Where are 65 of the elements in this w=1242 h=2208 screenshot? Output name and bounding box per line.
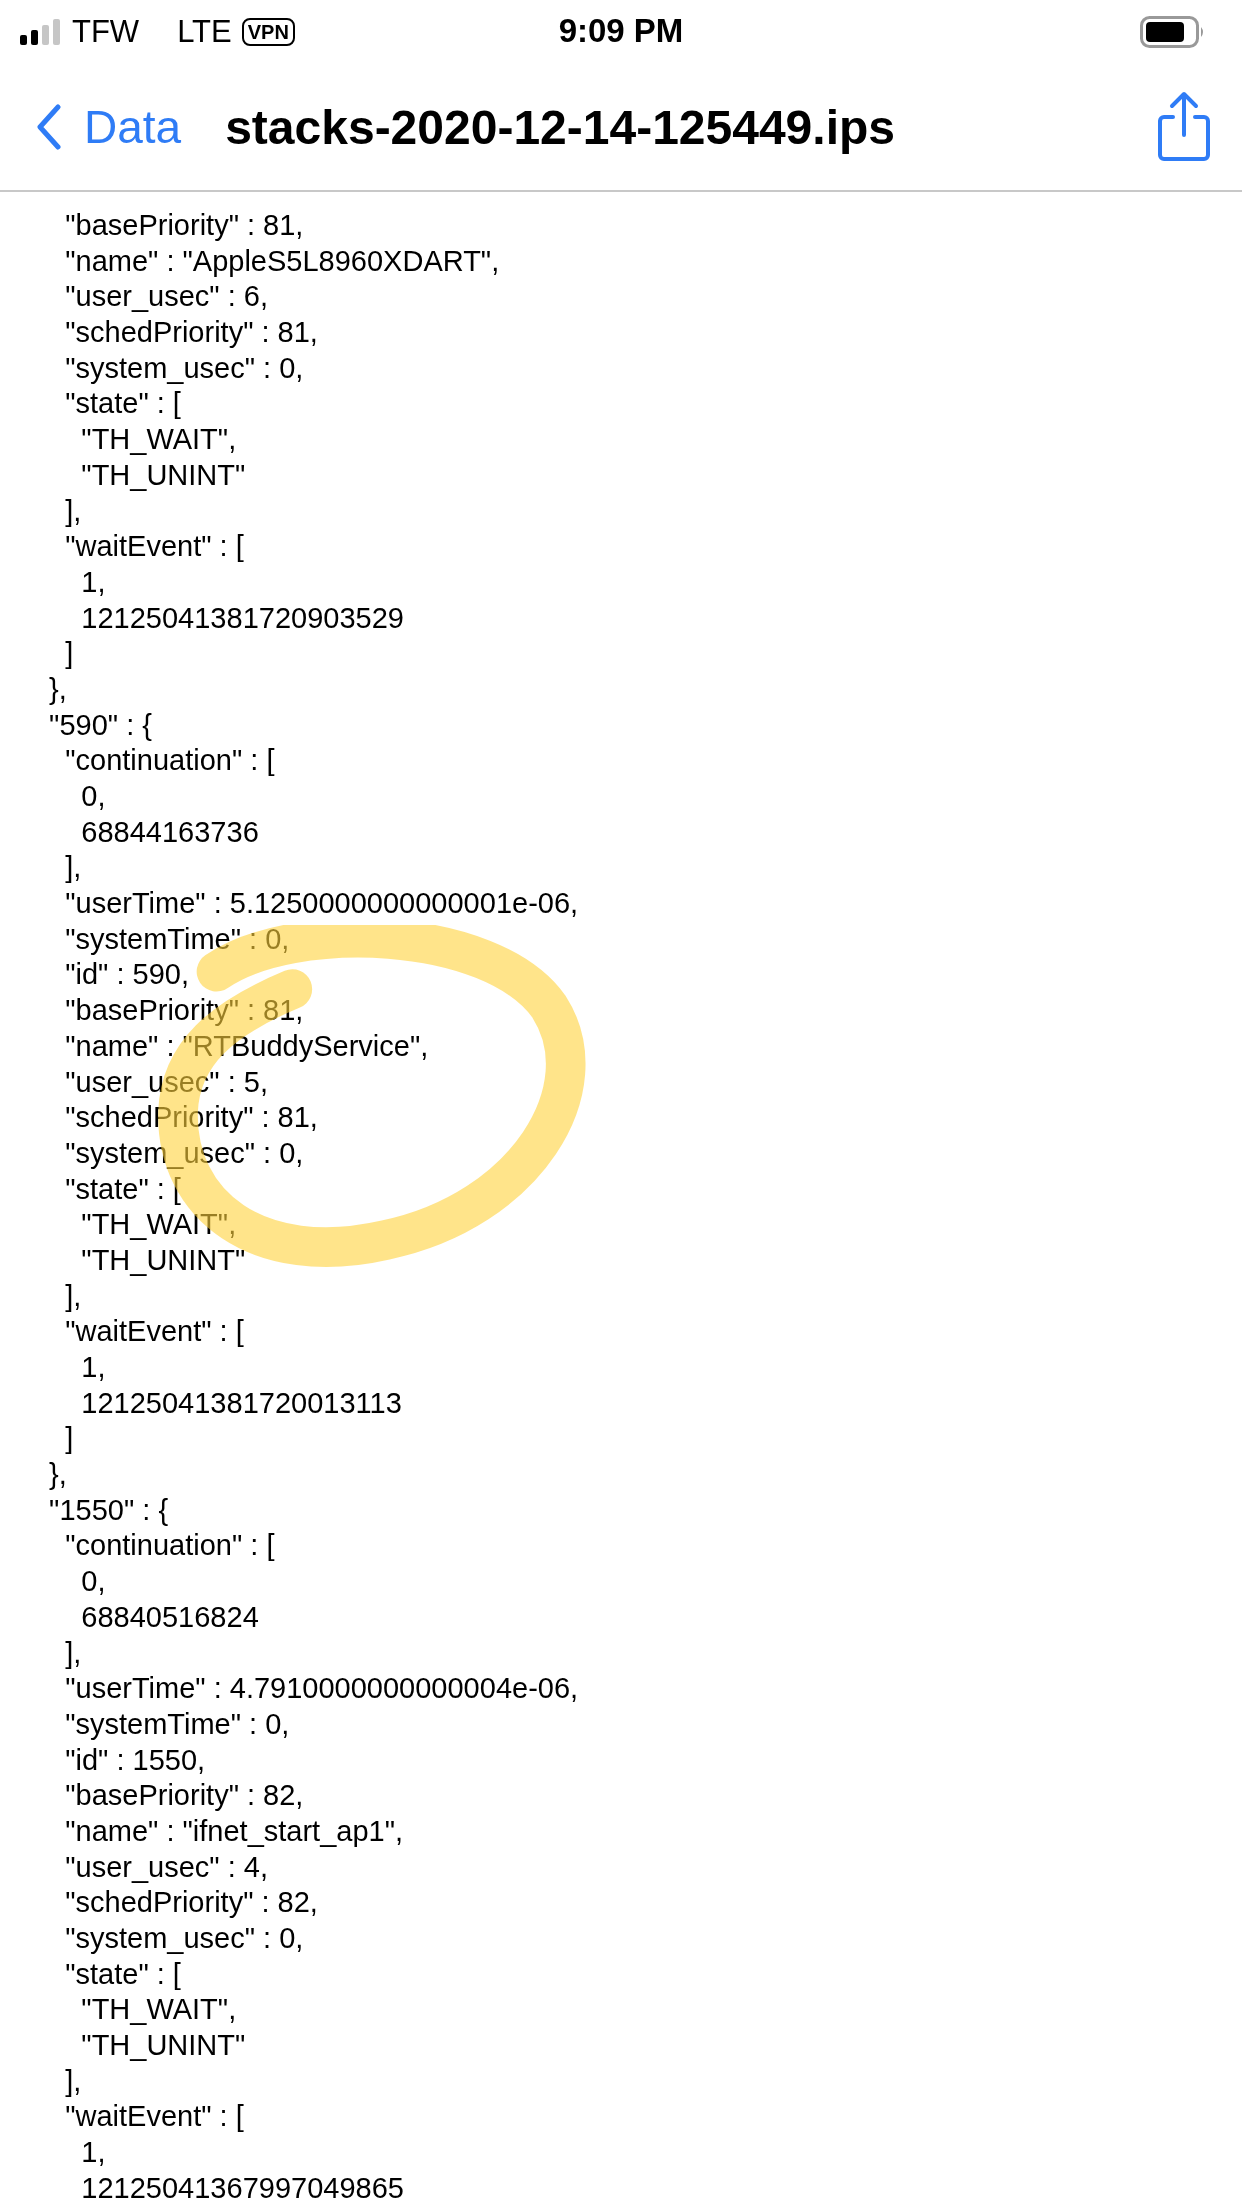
code-line: ], xyxy=(64,2063,83,2099)
code-line: 12125041381720903529 xyxy=(80,600,405,636)
signal-icon xyxy=(20,19,62,45)
code-line: ], xyxy=(64,493,83,529)
code-line: "TH_WAIT", xyxy=(80,422,238,458)
code-line: "state" : [ xyxy=(64,1171,182,1207)
file-title: stacks-2020-12-14-125449.ips xyxy=(225,99,896,155)
battery-icon xyxy=(1140,16,1206,48)
code-line: "system_usec" : 0, xyxy=(64,350,305,386)
code-line: "user_usec" : 5, xyxy=(64,1064,269,1100)
vpn-badge: VPN xyxy=(241,18,295,46)
network-type: LTE xyxy=(177,14,232,50)
code-line: 12125041381720013113 xyxy=(80,1385,403,1421)
code-line: "schedPriority" : 81, xyxy=(64,315,319,351)
share-icon[interactable] xyxy=(1156,91,1212,163)
code-line: ], xyxy=(64,850,83,886)
code-line: "schedPriority" : 82, xyxy=(64,1885,319,1921)
code-line: 68844163736 xyxy=(80,814,260,850)
code-line: }, xyxy=(48,671,68,707)
code-line: "user_usec" : 6, xyxy=(64,279,269,315)
code-line: "userTime" : 5.1250000000000001e-06, xyxy=(64,886,580,922)
code-line: "waitEvent" : [ xyxy=(64,2099,245,2135)
code-line: 68840516824 xyxy=(80,1599,260,1635)
code-line: 0, xyxy=(80,1564,107,1600)
code-line: "system_usec" : 0, xyxy=(64,1921,305,1956)
code-line: "name" : "AppleS5L8960XDART", xyxy=(64,243,501,279)
code-line: ], xyxy=(64,1635,83,1671)
code-line: 1, xyxy=(80,1350,107,1385)
code-line: 0, xyxy=(80,779,107,814)
code-line: "continuation" : [ xyxy=(64,743,276,779)
code-line: "userTime" : 4.7910000000000004e-06, xyxy=(64,1671,580,1707)
code-line: }, xyxy=(48,1457,68,1493)
code-line: "name" : "ifnet_start_ap1", xyxy=(64,1813,405,1849)
back-button[interactable]: Data xyxy=(36,100,182,154)
code-line: "name" : "RTBuddyService", xyxy=(64,1028,430,1064)
code-line: "user_usec" : 4, xyxy=(64,1849,269,1885)
code-line: "basePriority" : 81, xyxy=(64,208,305,243)
code-line: "continuation" : [ xyxy=(64,1528,276,1564)
code-line: "state" : [ xyxy=(64,386,182,422)
code-line: ] xyxy=(64,636,75,672)
code-line: "TH_WAIT", xyxy=(80,1207,238,1243)
code-line: 12125041367997049865 xyxy=(80,2170,405,2206)
status-time: 9:09 PM xyxy=(558,12,684,50)
code-line: "schedPriority" : 81, xyxy=(64,1100,319,1136)
code-line: "id" : 590, xyxy=(64,957,190,993)
code-line: "TH_UNINT" xyxy=(80,457,247,493)
code-line: "waitEvent" : [ xyxy=(64,529,245,565)
code-line: 1, xyxy=(80,2135,107,2171)
code-line: ] xyxy=(64,1421,75,1457)
chevron-icon xyxy=(36,104,62,150)
code-line: "1550" : { xyxy=(48,1492,170,1528)
carrier-name: TFW xyxy=(72,14,140,50)
code-line: "TH_WAIT", xyxy=(80,1992,238,2028)
code-line: "systemTime" : 0, xyxy=(64,921,291,957)
code-line: "waitEvent" : [ xyxy=(64,1314,245,1350)
code-line: "basePriority" : 82, xyxy=(64,1778,305,1814)
code-line: "systemTime" : 0, xyxy=(64,1706,291,1742)
code-line: "590" : { xyxy=(48,707,153,743)
code-line: "TH_UNINT" xyxy=(80,1242,247,1278)
code-line: "TH_UNINT" xyxy=(80,2028,247,2064)
code-line: "id" : 1550, xyxy=(64,1742,207,1778)
code-line: ], xyxy=(64,1278,83,1314)
code-line: 1, xyxy=(80,564,107,600)
code-line: "state" : [ xyxy=(64,1956,182,1992)
code-line: "system_usec" : 0, xyxy=(64,1135,305,1171)
